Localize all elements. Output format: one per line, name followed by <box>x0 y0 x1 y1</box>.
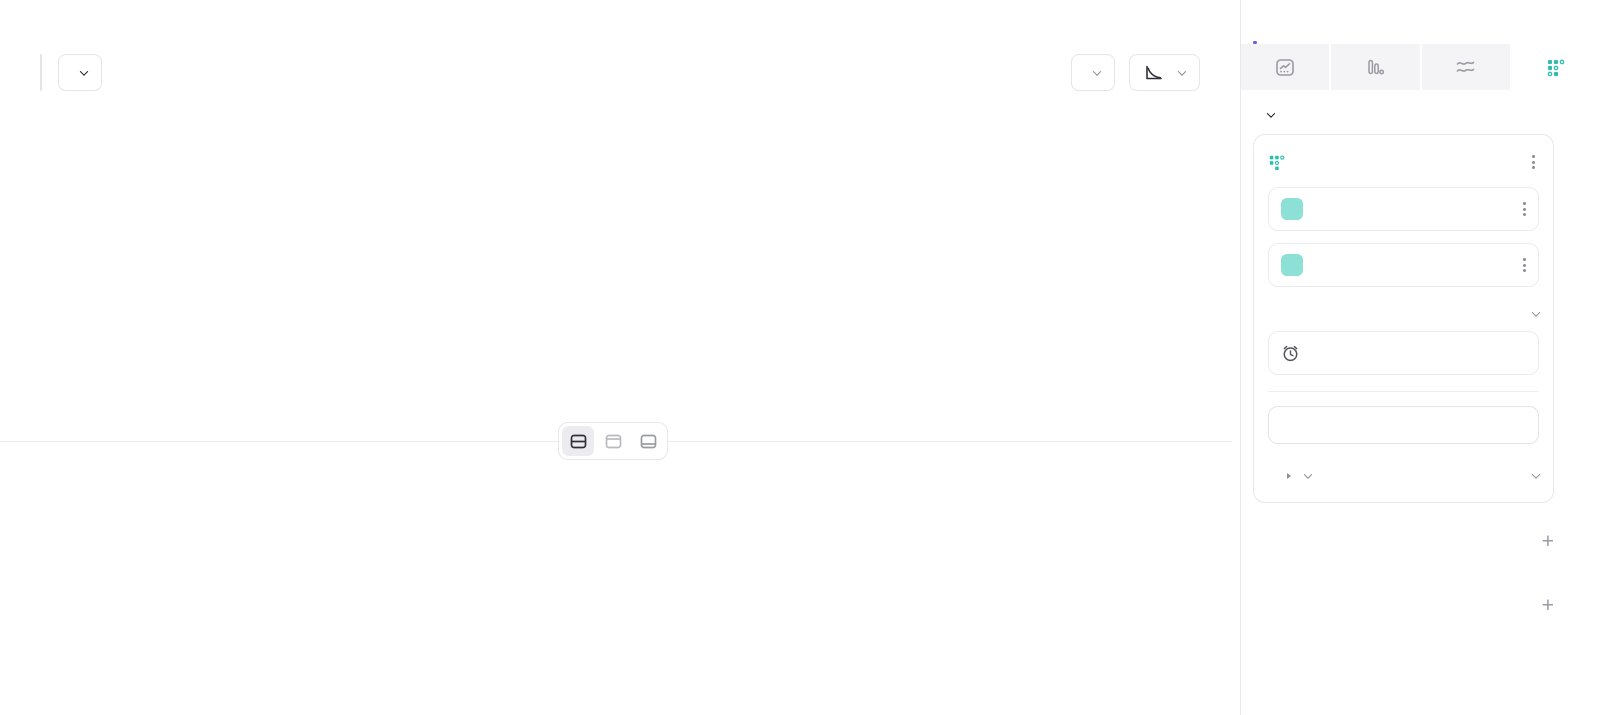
retention-curve-icon <box>1144 65 1163 81</box>
chart-legend <box>0 113 1240 130</box>
retention-icon[interactable] <box>1512 44 1600 90</box>
advanced-dropdown[interactable] <box>1525 311 1539 317</box>
divider <box>1268 391 1539 392</box>
date-range-segmented-control <box>40 54 42 91</box>
plus-icon[interactable]: + <box>1542 597 1554 615</box>
flows-icon[interactable] <box>1422 44 1512 90</box>
chevron-down-icon <box>1532 308 1540 316</box>
chart-only-view-icon[interactable] <box>597 426 629 456</box>
report-section-dropdown[interactable] <box>1259 112 1554 120</box>
measurement-row <box>1268 464 1539 488</box>
criteria-row[interactable] <box>1268 331 1539 375</box>
kebab-icon[interactable] <box>1528 151 1539 173</box>
view-toggle-row <box>0 418 1240 464</box>
triangle-right-icon <box>1287 473 1291 479</box>
split-view-icon[interactable] <box>562 426 594 456</box>
report-type-tabs <box>1241 44 1600 90</box>
filter-section: + <box>1259 533 1554 551</box>
step-1-row[interactable] <box>1268 187 1539 231</box>
behavior-header <box>1268 149 1539 175</box>
step-number-badge <box>1281 198 1303 220</box>
measure-dropdown[interactable] <box>1280 473 1525 479</box>
query-panel: + + <box>1241 112 1600 615</box>
alarm-clock-icon <box>1281 344 1300 363</box>
report-main-area <box>0 0 1240 715</box>
chart-toolbar <box>40 54 1200 91</box>
chevron-down-icon <box>1532 470 1540 478</box>
insights-icon[interactable] <box>1241 44 1331 90</box>
plus-icon[interactable]: + <box>1542 533 1554 551</box>
sidebar-tabs <box>1241 0 1600 44</box>
chevron-down-icon <box>1267 109 1275 117</box>
chevron-down-icon <box>1304 470 1312 478</box>
kebab-icon[interactable] <box>1519 254 1530 276</box>
chevron-down-icon <box>80 67 88 75</box>
chevron-down-icon <box>1093 67 1101 75</box>
retention-icon <box>1268 154 1285 171</box>
breakdown-section: + <box>1259 597 1554 615</box>
kebab-icon[interactable] <box>1519 198 1530 220</box>
chart-style-dropdown[interactable] <box>1129 54 1200 91</box>
retention-line-chart[interactable] <box>40 132 1200 410</box>
legend-swatch <box>610 116 622 128</box>
save-as-new-behavior-button[interactable] <box>1268 406 1539 444</box>
step-number-badge <box>1281 254 1303 276</box>
granularity-dropdown[interactable] <box>1071 54 1115 91</box>
funnels-icon[interactable] <box>1331 44 1421 90</box>
table-only-view-icon[interactable] <box>632 426 664 456</box>
retention-report-app: + + <box>0 0 1600 715</box>
retention-criteria-header <box>1268 311 1539 317</box>
groups-dropdown[interactable] <box>1525 473 1539 479</box>
behavior-card <box>1253 134 1554 503</box>
step-2-row[interactable] <box>1268 243 1539 287</box>
compare-button[interactable] <box>58 54 102 91</box>
view-toggle-group <box>558 422 668 460</box>
chevron-down-icon <box>1178 67 1186 75</box>
query-builder-sidebar: + + <box>1240 0 1600 715</box>
